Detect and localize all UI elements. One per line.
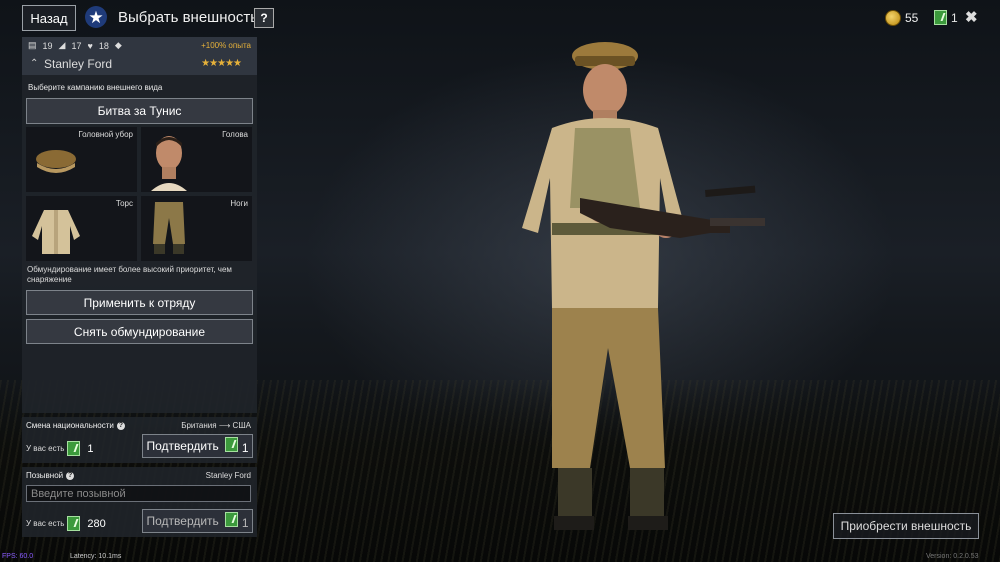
nationality-panel: Смена национальности ? Британия ⟶ США У … <box>22 417 257 463</box>
gold-coin-icon <box>885 10 901 26</box>
gold-balance[interactable]: 55 <box>885 10 918 26</box>
callsign-have-value: 280 <box>87 517 106 530</box>
nationality-from: Британия <box>181 421 217 430</box>
nationality-help-icon[interactable]: ? <box>116 421 125 430</box>
callsign-cost: 1 <box>224 512 249 530</box>
stat-rank-icon: ▤ <box>28 40 37 50</box>
slot-headgear-label: Головной убор <box>78 130 133 139</box>
close-button[interactable]: ✖ <box>965 8 978 26</box>
callsign-have: У вас есть 280 <box>26 516 106 531</box>
fps-counter: FPS: 60.0 <box>2 553 34 560</box>
gold-amount: 55 <box>905 11 919 25</box>
callsign-panel: Позывной ? Stanley Ford У вас есть 280 П… <box>22 467 257 537</box>
ticket-icon <box>224 437 238 452</box>
top-bar: Назад ★ Выбрать внешность ? 55 1 ✖ <box>0 0 1000 36</box>
boot-icon: ◢ <box>58 40 66 50</box>
nationality-confirm-label: Подтвердить <box>146 439 219 453</box>
nationality-to: США <box>232 421 251 430</box>
shield-icon: ◆ <box>114 40 122 50</box>
nationality-cost-value: 1 <box>241 441 249 455</box>
callsign-cost-value: 1 <box>241 516 249 530</box>
ticket-icon <box>67 441 81 456</box>
stat-1: 19 <box>42 40 53 51</box>
ticket-icon <box>67 516 81 531</box>
slot-head-label: Голова <box>222 130 248 139</box>
arrow-icon: ⟶ <box>218 421 231 430</box>
nationality-title-row: Смена национальности ? <box>26 421 125 430</box>
nationality-have: У вас есть 1 <box>26 441 94 456</box>
callsign-help-icon[interactable]: ? <box>66 471 75 480</box>
trousers-icon <box>153 202 185 254</box>
remove-uniform-button[interactable]: Снять обмундирование <box>26 319 253 344</box>
back-button[interactable]: Назад <box>22 5 76 31</box>
campaign-prompt: Выберите кампанию внешнего вида <box>28 83 163 92</box>
callsign-input[interactable] <box>26 485 251 502</box>
stat-3: 18 <box>98 40 109 51</box>
slot-torso-label: Торс <box>115 199 133 208</box>
slot-legs-label: Ноги <box>230 199 248 208</box>
ticket-balance[interactable]: 1 <box>934 10 958 25</box>
callsign-current: Stanley Ford <box>205 471 251 480</box>
jacket-icon <box>32 210 80 254</box>
ticket-amount: 1 <box>951 10 958 25</box>
soldier-header: ▤ 19 ◢ 17 ♥ 18 ◆ +100% опыта ⌃ Stanley F… <box>22 37 257 75</box>
stat-2: 17 <box>71 40 82 51</box>
nationality-have-value: 1 <box>87 442 94 455</box>
buy-appearance-button[interactable]: Приобрести внешность <box>833 513 979 539</box>
cap-icon <box>36 150 76 173</box>
callsign-confirm-label: Подтвердить <box>146 514 219 528</box>
slot-torso[interactable]: Торс <box>26 196 137 261</box>
slot-head[interactable]: Голова <box>141 127 252 192</box>
callsign-have-label: У вас есть <box>26 519 65 528</box>
callsign-title-row: Позывной ? <box>26 471 75 480</box>
apply-to-squad-button[interactable]: Применить к отряду <box>26 290 253 315</box>
nationality-change: Британия ⟶ США <box>181 421 251 430</box>
soldier-name: Stanley Ford <box>44 57 113 71</box>
nationality-confirm-button[interactable]: Подтвердить 1 <box>142 434 253 458</box>
latency-counter: Latency: 10.1ms <box>70 553 122 560</box>
rank-chevron-icon: ⌃ <box>30 58 39 69</box>
version-label: Version: 0.2.0.53 <box>926 553 979 560</box>
usa-star-icon: ★ <box>85 6 107 28</box>
nationality-have-label: У вас есть <box>26 444 65 453</box>
soldier-stars: ★★★★★ <box>201 58 242 69</box>
head-icon <box>151 136 187 191</box>
slot-legs[interactable]: Ноги <box>141 196 252 261</box>
callsign-confirm-button[interactable]: Подтвердить 1 <box>142 509 253 533</box>
help-button[interactable]: ? <box>254 8 274 28</box>
ticket-icon <box>224 512 238 527</box>
callsign-title: Позывной <box>26 471 64 480</box>
soldier-model <box>522 42 765 530</box>
campaign-select-button[interactable]: Битва за Тунис <box>26 98 253 124</box>
slot-headgear[interactable]: Головной убор <box>26 127 137 192</box>
xp-bonus: +100% опыта <box>201 41 251 50</box>
heart-icon: ♥ <box>87 40 93 51</box>
appearance-panel: ▤ 19 ◢ 17 ♥ 18 ◆ +100% опыта ⌃ Stanley F… <box>22 37 257 413</box>
priority-note: Обмундирование имеет более высокий приор… <box>27 265 232 284</box>
soldier-stats: ▤ 19 ◢ 17 ♥ 18 ◆ <box>28 40 122 51</box>
nationality-cost: 1 <box>224 437 249 455</box>
page-title: Выбрать внешность <box>118 9 259 26</box>
ticket-icon <box>934 10 947 25</box>
nationality-title: Смена национальности <box>26 421 114 430</box>
